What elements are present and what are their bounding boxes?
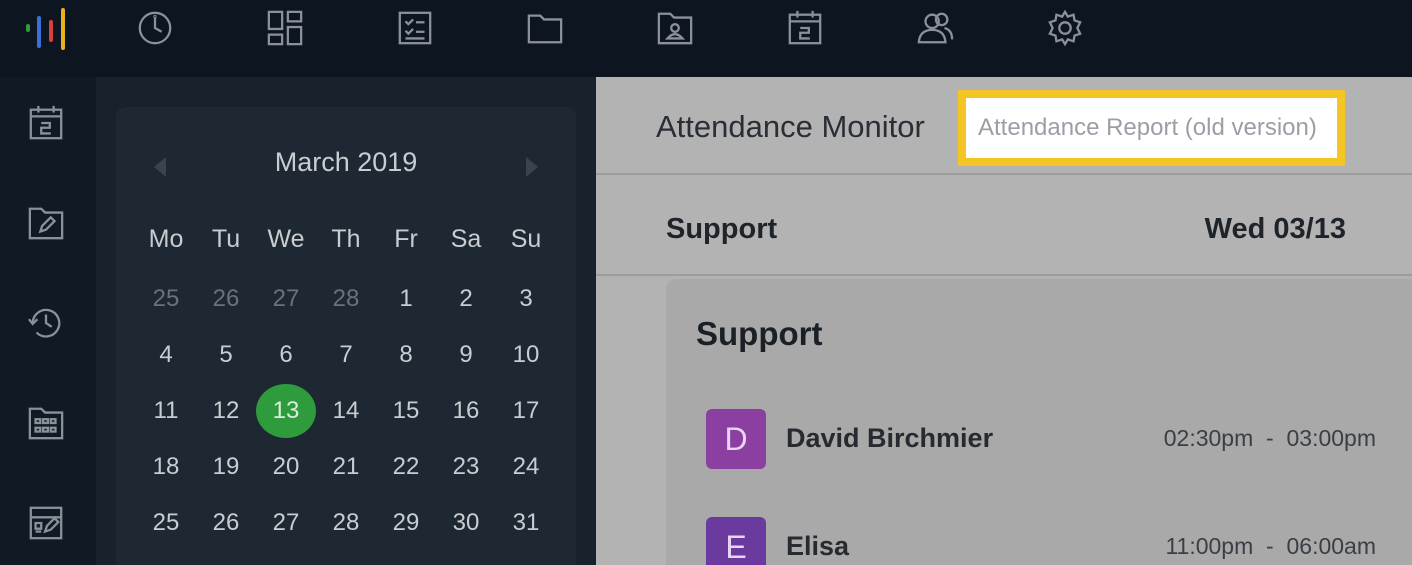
history-icon[interactable] xyxy=(26,303,66,343)
shift-end: 06:00am xyxy=(1286,533,1376,559)
calendar-day[interactable]: 30 xyxy=(436,495,496,551)
shift-end: 03:00pm xyxy=(1286,425,1376,451)
calendar-day[interactable]: 22 xyxy=(376,439,436,495)
calendar-day[interactable]: 31 xyxy=(496,495,556,551)
calendar-day[interactable]: 28 xyxy=(316,495,376,551)
side-rail xyxy=(0,77,96,565)
calendar-panel: March 2019 Mo Tu We Th Fr Sa Su 25 26 27… xyxy=(96,77,596,565)
calendar-day[interactable]: 26 xyxy=(196,495,256,551)
attendance-report-button[interactable]: Attendance Report (old version) xyxy=(966,98,1337,158)
list-item[interactable]: E Elisa 11:00pm - 06:00am xyxy=(706,517,1376,565)
calendar-day[interactable]: 21 xyxy=(316,439,376,495)
calendar-day[interactable]: 17 xyxy=(496,383,556,439)
calendar-day[interactable]: 23 xyxy=(436,439,496,495)
day-grid: 25 26 27 28 1 2 3 4 5 6 7 8 9 10 11 12 1… xyxy=(136,271,556,551)
checklist-icon[interactable] xyxy=(395,8,435,48)
calendar-day[interactable]: 27 xyxy=(256,271,316,327)
edit-folder-icon[interactable] xyxy=(26,203,66,243)
calendar-day[interactable]: 9 xyxy=(436,327,496,383)
calendar-grid-icon[interactable] xyxy=(26,403,66,443)
calendar-day[interactable]: 3 xyxy=(496,271,556,327)
calendar-day[interactable]: 1 xyxy=(376,271,436,327)
calendar-day[interactable]: 16 xyxy=(436,383,496,439)
calendar-day[interactable]: 25 xyxy=(136,271,196,327)
shift-time: 02:30pm - 03:00pm xyxy=(1164,425,1376,452)
calendar-day[interactable]: 29 xyxy=(376,495,436,551)
grid-edit-icon[interactable] xyxy=(26,503,66,543)
calendar-day[interactable]: 15 xyxy=(376,383,436,439)
folder-icon[interactable] xyxy=(525,8,565,48)
dashboard-icon[interactable] xyxy=(265,8,305,48)
calendar-day[interactable]: 26 xyxy=(196,271,256,327)
top-navigation-bar xyxy=(0,0,1412,77)
next-month-button[interactable] xyxy=(522,155,542,179)
selected-date-label: Wed 03/13 xyxy=(1204,213,1346,245)
team-name: Support xyxy=(666,213,778,245)
people-icon[interactable] xyxy=(915,8,955,48)
weekday-header: Mo Tu We Th Fr Sa Su xyxy=(136,225,556,254)
shift-start: 11:00pm xyxy=(1165,533,1254,559)
weekday-label: We xyxy=(267,225,305,253)
calendar-day[interactable]: 4 xyxy=(136,327,196,383)
weekday-label: Fr xyxy=(394,225,418,253)
calendar-day[interactable]: 14 xyxy=(316,383,376,439)
card-title: Support xyxy=(696,315,823,352)
calendar-day[interactable]: 20 xyxy=(256,439,316,495)
calendar-day[interactable]: 10 xyxy=(496,327,556,383)
report-button-highlight: Attendance Report (old version) xyxy=(958,90,1345,166)
employee-name: David Birchmier xyxy=(786,423,994,453)
avatar: E xyxy=(706,517,766,565)
attendance-panel: Attendance Monitor Attendance Report (ol… xyxy=(596,77,1412,565)
previous-month-button[interactable] xyxy=(150,155,170,179)
calendar-day[interactable]: 19 xyxy=(196,439,256,495)
list-item[interactable]: D David Birchmier 02:30pm - 03:00pm xyxy=(706,409,1376,469)
selected-day-label: 13 xyxy=(256,384,316,438)
calendar-day[interactable]: 27 xyxy=(256,495,316,551)
weekday-label: Sa xyxy=(450,225,482,253)
calendar-day[interactable]: 7 xyxy=(316,327,376,383)
month-label: March 2019 xyxy=(274,147,418,177)
clock-icon[interactable] xyxy=(135,8,175,48)
calendar-icon[interactable] xyxy=(785,8,825,48)
calendar-day[interactable]: 8 xyxy=(376,327,436,383)
shift-start: 02:30pm xyxy=(1163,425,1254,451)
calendar-day[interactable]: 28 xyxy=(316,271,376,327)
team-schedule-card: Support D David Birchmier 02:30pm - 03:0… xyxy=(666,279,1412,565)
calendar-day[interactable]: 5 xyxy=(196,327,256,383)
calendar-day[interactable]: 24 xyxy=(496,439,556,495)
app-logo[interactable] xyxy=(24,8,70,52)
divider xyxy=(596,274,1412,276)
calendar-day-selected[interactable]: 13 xyxy=(256,383,316,439)
avatar: D xyxy=(706,409,766,469)
shift-time: 11:00pm - 06:00am xyxy=(1165,533,1376,560)
weekday-label: Tu xyxy=(211,225,241,253)
weekday-label: Mo xyxy=(148,225,184,253)
weekday-label: Su xyxy=(510,225,542,253)
calendar-day[interactable]: 2 xyxy=(436,271,496,327)
settings-icon[interactable] xyxy=(1045,8,1085,48)
calendar-day[interactable]: 6 xyxy=(256,327,316,383)
shift-separator: - xyxy=(1266,533,1274,559)
calendar-icon[interactable] xyxy=(26,103,66,143)
employee-name: Elisa xyxy=(786,531,850,561)
divider xyxy=(596,173,1412,175)
weekday-label: Th xyxy=(331,225,361,253)
date-picker: March 2019 Mo Tu We Th Fr Sa Su 25 26 27… xyxy=(116,107,576,565)
profile-folder-icon[interactable] xyxy=(655,8,695,48)
calendar-day[interactable]: 25 xyxy=(136,495,196,551)
page-title: Attendance Monitor xyxy=(656,109,925,144)
calendar-day[interactable]: 12 xyxy=(196,383,256,439)
calendar-day[interactable]: 11 xyxy=(136,383,196,439)
shift-separator: - xyxy=(1266,425,1274,451)
calendar-day[interactable]: 18 xyxy=(136,439,196,495)
